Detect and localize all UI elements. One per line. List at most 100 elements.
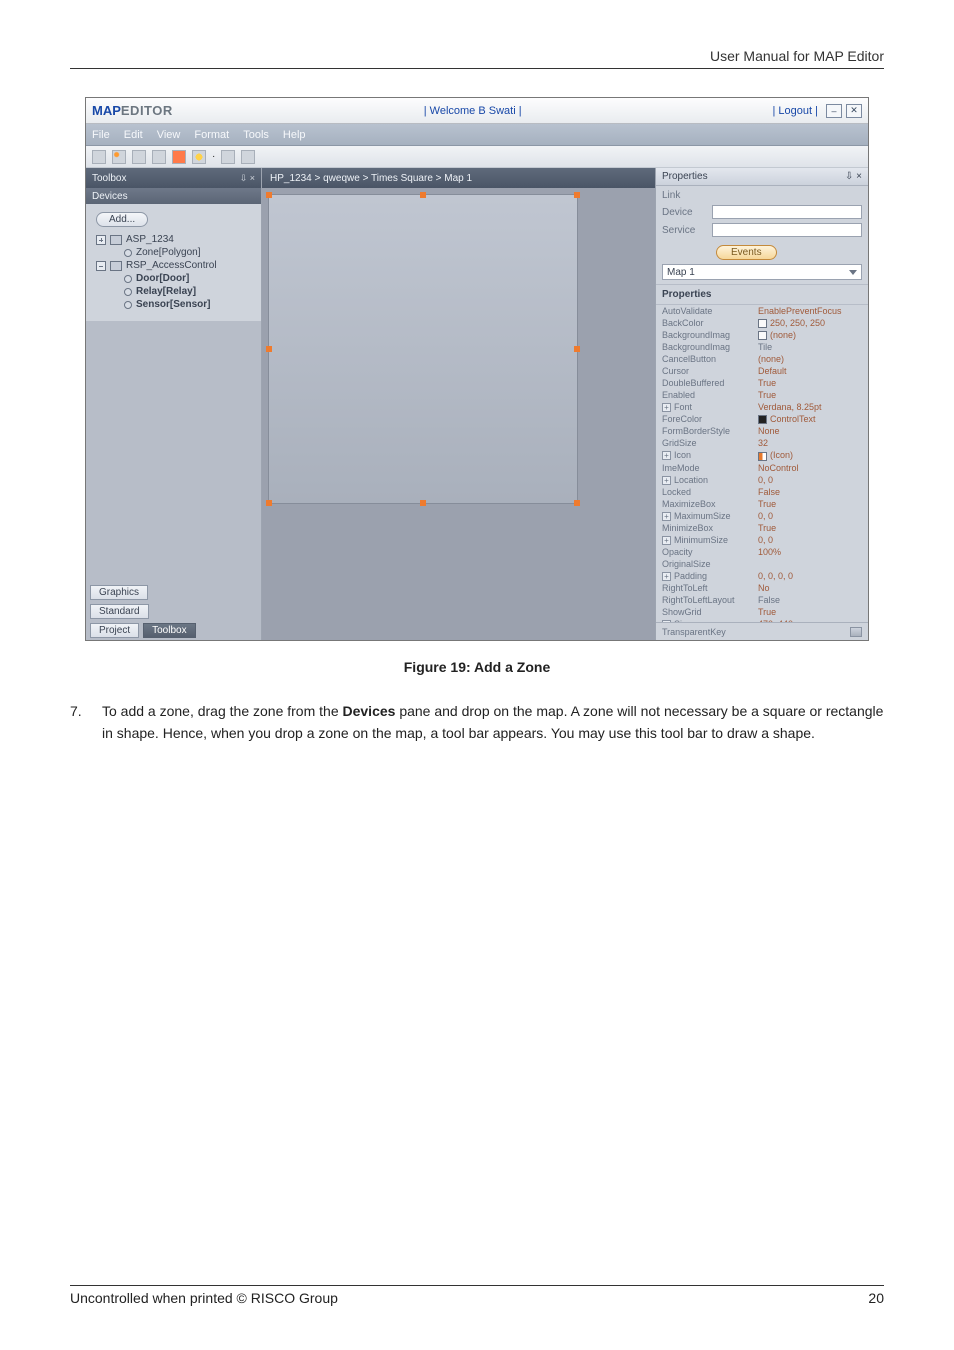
property-row[interactable]: GridSize32 xyxy=(656,437,868,449)
tree-item-label: Door[Door] xyxy=(136,273,189,284)
cut-icon[interactable] xyxy=(112,150,126,164)
add-button[interactable]: Add... xyxy=(96,212,148,227)
tool-icon[interactable] xyxy=(92,150,106,164)
property-row[interactable]: MaximizeBoxTrue xyxy=(656,498,868,510)
property-value: (none) xyxy=(758,330,862,340)
property-key: MinimizeBox xyxy=(662,523,758,533)
property-row[interactable]: +MinimumSize0, 0 xyxy=(656,534,868,546)
menu-help[interactable]: Help xyxy=(283,129,306,141)
node-icon xyxy=(124,275,132,283)
property-row[interactable]: FormBorderStyleNone xyxy=(656,425,868,437)
properties-pin-icon[interactable]: ⇩ × xyxy=(845,171,862,182)
property-row[interactable]: +Location0, 0 xyxy=(656,474,868,486)
menu-view[interactable]: View xyxy=(157,129,181,141)
menu-tools[interactable]: Tools xyxy=(243,129,269,141)
app-titlebar: MAPEDITOR | Welcome B Swati | | Logout |… xyxy=(86,98,868,124)
tree-item[interactable]: Sensor[Sensor] xyxy=(92,298,255,311)
property-row[interactable]: ShowGridTrue xyxy=(656,606,868,618)
property-key: Locked xyxy=(662,487,758,497)
tree-item[interactable]: Zone[Polygon] xyxy=(92,246,255,259)
property-value: ControlText xyxy=(758,414,862,424)
property-row[interactable]: LockedFalse xyxy=(656,486,868,498)
property-row[interactable]: ForeColorControlText xyxy=(656,413,868,425)
property-row[interactable]: AutoValidateEnablePreventFocus xyxy=(656,305,868,317)
map-select-value: Map 1 xyxy=(667,267,695,278)
map-canvas[interactable] xyxy=(262,188,655,640)
service-input[interactable] xyxy=(712,223,862,237)
paste-icon[interactable] xyxy=(152,150,166,164)
property-row[interactable]: Opacity100% xyxy=(656,546,868,558)
devices-title: Devices xyxy=(92,191,128,202)
property-row[interactable]: BackgroundImagTile xyxy=(656,341,868,353)
menu-file[interactable]: File xyxy=(92,129,110,141)
map-select[interactable]: Map 1 xyxy=(662,264,862,280)
device-input[interactable] xyxy=(712,205,862,219)
expand-icon[interactable]: + xyxy=(662,476,671,485)
tree-item-label: Sensor[Sensor] xyxy=(136,299,210,310)
expand-icon[interactable]: + xyxy=(662,536,671,545)
tree-item[interactable]: ASP_1234 xyxy=(92,233,255,246)
resize-handle-icon[interactable] xyxy=(574,346,580,352)
expand-icon[interactable]: + xyxy=(662,572,671,581)
property-row[interactable]: RightToLeftLayoutFalse xyxy=(656,594,868,606)
figure-caption: Figure 19: Add a Zone xyxy=(70,659,884,675)
property-row[interactable]: RightToLeftNo xyxy=(656,582,868,594)
property-row[interactable]: +FontVerdana, 8.25pt xyxy=(656,401,868,413)
events-button[interactable]: Events xyxy=(716,245,777,260)
welcome-text: | Welcome B Swati | xyxy=(173,105,773,117)
chevron-down-icon xyxy=(849,270,857,275)
idea-icon[interactable] xyxy=(192,150,206,164)
resize-handle-icon[interactable] xyxy=(574,500,580,506)
redo-icon[interactable] xyxy=(241,150,255,164)
expand-icon[interactable]: + xyxy=(662,512,671,521)
toolbox-pin-icon[interactable]: ⇩ × xyxy=(240,173,255,184)
property-row[interactable]: +Padding0, 0, 0, 0 xyxy=(656,570,868,582)
delete-icon[interactable] xyxy=(172,150,186,164)
tab-graphics[interactable]: Graphics xyxy=(90,585,148,600)
property-row[interactable]: OriginalSize xyxy=(656,558,868,570)
property-value: True xyxy=(758,378,862,388)
tree-spacer xyxy=(110,274,120,284)
property-row[interactable]: BackColor250, 250, 250 xyxy=(656,317,868,329)
property-row[interactable]: EnabledTrue xyxy=(656,389,868,401)
tab-project[interactable]: Project xyxy=(90,623,139,638)
collapse-icon[interactable] xyxy=(96,261,106,271)
zone-placeholder[interactable] xyxy=(268,194,578,504)
tree-item[interactable]: Door[Door] xyxy=(92,272,255,285)
resize-handle-icon[interactable] xyxy=(420,192,426,198)
tree-item-label: RSP_AccessControl xyxy=(126,260,217,271)
expand-icon[interactable]: + xyxy=(662,451,671,460)
copy-icon[interactable] xyxy=(132,150,146,164)
resize-handle-icon[interactable] xyxy=(266,500,272,506)
minimize-button[interactable]: – xyxy=(826,104,842,118)
property-key: AutoValidate xyxy=(662,306,758,316)
expand-icon[interactable] xyxy=(96,235,106,245)
menu-edit[interactable]: Edit xyxy=(124,129,143,141)
resize-handle-icon[interactable] xyxy=(266,192,272,198)
instruction-paragraph: 7. To add a zone, drag the zone from the… xyxy=(70,701,884,744)
property-row[interactable]: CursorDefault xyxy=(656,365,868,377)
property-row[interactable]: CancelButton(none) xyxy=(656,353,868,365)
expand-icon[interactable]: + xyxy=(662,403,671,412)
property-value: True xyxy=(758,499,862,509)
tab-toolbox[interactable]: Toolbox xyxy=(143,623,195,638)
property-row[interactable]: DoubleBufferedTrue xyxy=(656,377,868,389)
property-row[interactable]: BackgroundImag(none) xyxy=(656,329,868,341)
tree-item[interactable]: Relay[Relay] xyxy=(92,285,255,298)
resize-handle-icon[interactable] xyxy=(266,346,272,352)
property-row[interactable]: ImeModeNoControl xyxy=(656,462,868,474)
logout-link[interactable]: | Logout | xyxy=(773,105,818,117)
property-key: +MinimumSize xyxy=(662,535,758,545)
property-row[interactable]: +MaximumSize0, 0 xyxy=(656,510,868,522)
undo-icon[interactable] xyxy=(221,150,235,164)
scrollbar-thumb-icon[interactable] xyxy=(850,627,862,637)
property-value: True xyxy=(758,607,862,617)
property-row[interactable]: MinimizeBoxTrue xyxy=(656,522,868,534)
property-row[interactable]: +Icon(Icon) xyxy=(656,449,868,461)
menu-format[interactable]: Format xyxy=(194,129,229,141)
resize-handle-icon[interactable] xyxy=(420,500,426,506)
resize-handle-icon[interactable] xyxy=(574,192,580,198)
tab-standard[interactable]: Standard xyxy=(90,604,149,619)
close-button[interactable]: ✕ xyxy=(846,104,862,118)
tree-item[interactable]: RSP_AccessControl xyxy=(92,259,255,272)
